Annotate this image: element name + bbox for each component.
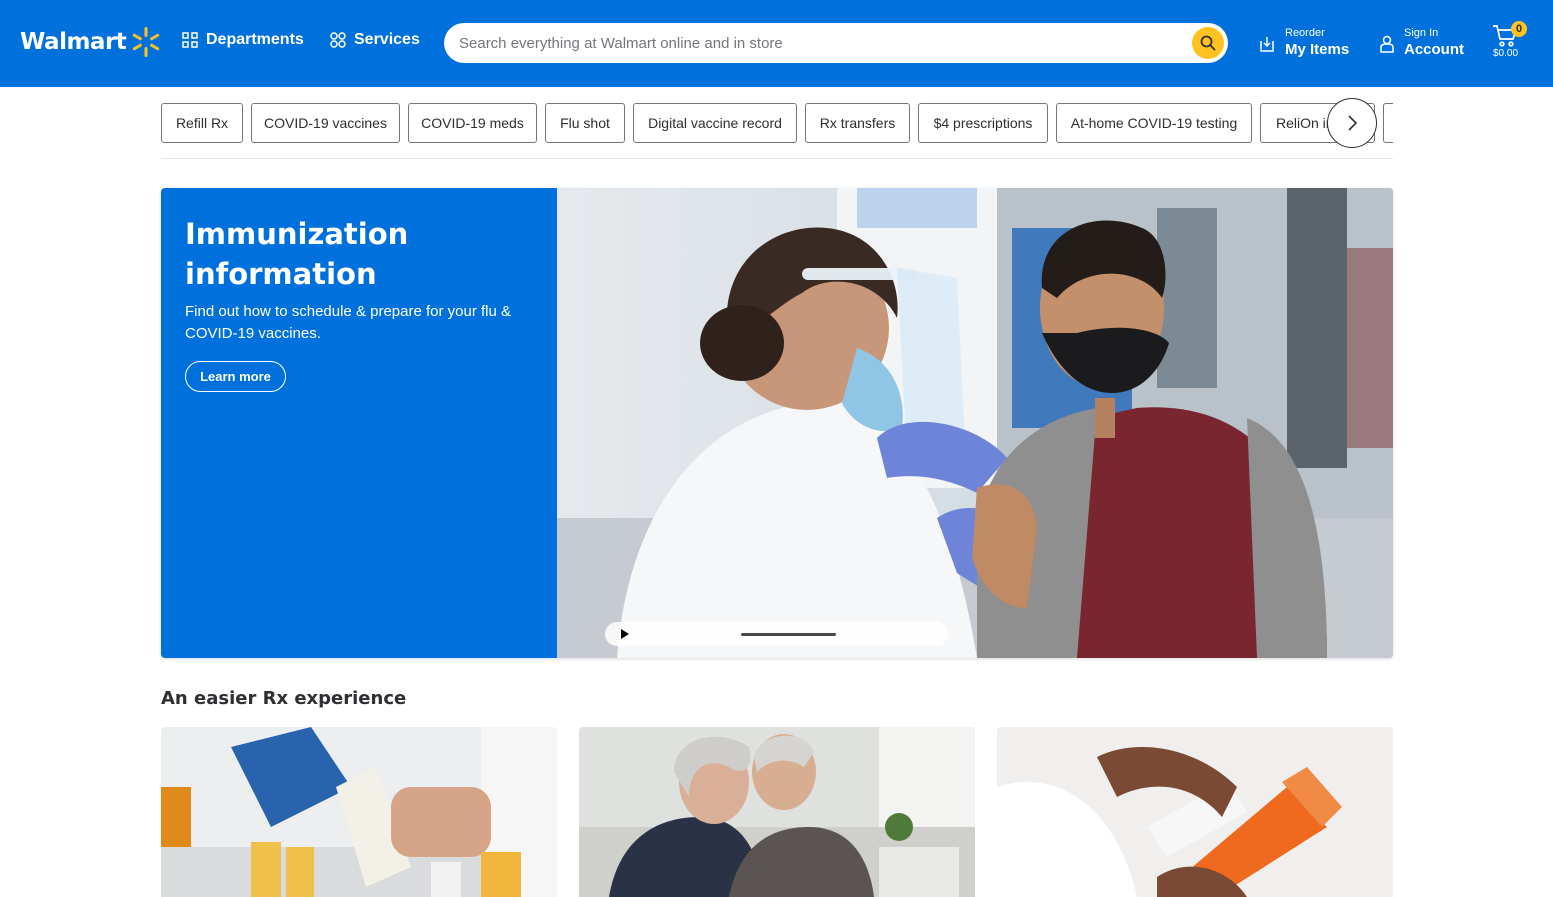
chip-flu-shot[interactable]: Flu shot [545,103,625,143]
vaccination-photo [557,188,1393,658]
chips-next-button[interactable] [1327,98,1377,148]
chip-digital-vaccine-record[interactable]: Digital vaccine record [633,103,797,143]
chip-label: Flu shot [560,115,610,131]
chip-rx-transfers[interactable]: Rx transfers [805,103,910,143]
pill-bottle-photo [997,727,1393,897]
search-icon [1200,35,1216,51]
chip-label: COVID-19 meds [421,115,524,131]
chip-covid-meds[interactable]: COVID-19 meds [408,103,537,143]
chip-label: Refill Rx [175,115,229,131]
services-icon [330,32,346,48]
site-header: Walmart Departments Services Search ever… [0,0,1553,87]
search-bar [444,23,1228,63]
departments-button[interactable]: Departments [182,31,304,49]
rx-card-couple[interactable] [579,727,975,897]
learn-more-button[interactable]: Learn more [185,361,286,392]
chip-refill-rx[interactable]: Refill Rx [161,103,243,143]
chip-at-home-covid-testing[interactable]: At-home COVID-19 testing [1056,103,1252,143]
chip-divider [161,158,1393,159]
chip-covid-vaccines[interactable]: COVID-19 vaccines [251,103,400,143]
video-progress-bar[interactable] [741,633,836,636]
section-title: An easier Rx experience [161,688,407,709]
reorder-icon [1260,36,1274,52]
hero-text-panel: Immunization information Find out how to… [161,188,557,658]
chip-label: COVID-19 vaccines [264,115,387,131]
services-label: Services [354,31,420,48]
user-icon [1380,35,1394,53]
walmart-logo[interactable]: Walmart [20,26,162,58]
logo-text: Walmart [20,29,127,55]
senior-couple-photo [579,727,975,897]
signin-small-label: Sign In [1404,27,1439,39]
hero-title: Immunization information [185,217,409,291]
account-link[interactable]: Sign In Account [1380,27,1464,60]
search-button[interactable] [1192,27,1224,59]
cart-count-badge: 0 [1511,21,1527,37]
reorder-small-label: Reorder [1285,27,1325,39]
cart-button[interactable]: 0 $0.00 [1492,21,1527,64]
departments-label: Departments [206,31,304,48]
play-icon[interactable] [617,627,631,641]
rx-card-refill[interactable] [161,727,557,897]
grid-icon [182,32,198,48]
spark-icon [133,27,160,57]
chip-label: Digital vaccine record [648,115,782,131]
chip-label: Rx transfers [819,115,896,131]
pharmacist-pills-photo [161,727,557,897]
chevron-right-icon [1348,115,1358,131]
cart-total: $0.00 [1493,48,1519,59]
search-input[interactable] [459,23,1179,63]
chip-label: $4 prescriptions [933,115,1033,131]
immunization-hero: Immunization information Find out how to… [161,188,1393,658]
reorder-big-label: My Items [1285,41,1350,58]
video-controls [605,622,948,646]
account-big-label: Account [1404,41,1464,58]
hero-video[interactable] [557,188,1393,658]
pharmacy-chip-row: Refill Rx COVID-19 vaccines COVID-19 med… [161,103,1393,143]
hero-subtitle: Find out how to schedule & prepare for y… [185,303,512,342]
reorder-link[interactable]: Reorder My Items [1259,27,1349,60]
chip-label: At-home COVID-19 testing [1070,115,1238,131]
services-button[interactable]: Services [330,31,420,49]
rx-card-pill-bottle[interactable] [997,727,1393,897]
chip-4-dollar-prescriptions[interactable]: $4 prescriptions [918,103,1048,143]
chip-partial[interactable] [1383,103,1393,143]
